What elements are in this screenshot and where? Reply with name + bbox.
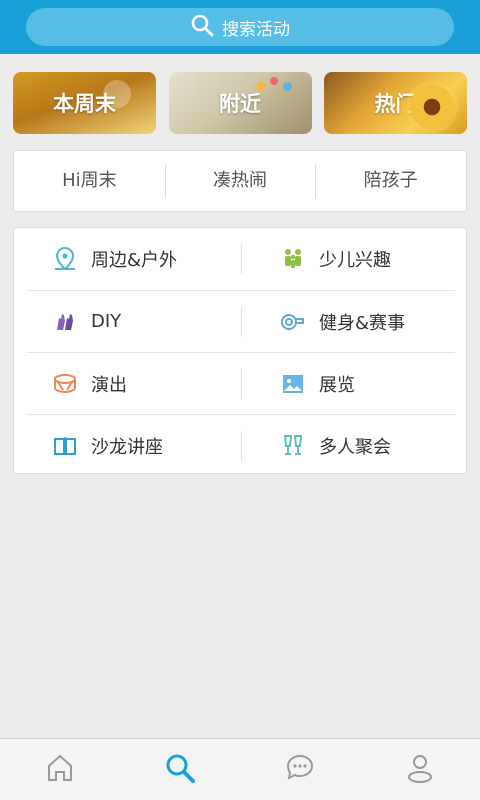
toast-glasses-icon — [279, 432, 307, 460]
category-group-party[interactable]: 多人聚会 — [241, 430, 455, 461]
search-placeholder: 搜索活动 — [222, 19, 290, 40]
banner-label: 附近 — [219, 92, 261, 116]
category-exhibition[interactable]: 展览 — [241, 368, 455, 399]
home-icon — [43, 751, 77, 789]
drum-icon — [51, 370, 79, 398]
tab-hi-weekend[interactable]: Hi周末 — [14, 164, 165, 198]
banner-this-weekend[interactable]: 本周末 — [13, 72, 156, 134]
tab-with-kids[interactable]: 陪孩子 — [315, 164, 466, 198]
category-performance[interactable]: 演出 — [27, 369, 241, 399]
category-diy[interactable]: DIY — [27, 307, 241, 337]
activity-tabs: Hi周末 凑热闹 陪孩子 — [13, 150, 467, 212]
category-grid: 周边&户外 少儿兴趣 DIY 健身&赛事 演出 展览 沙龙讲座 多人聚会 — [13, 227, 467, 474]
tab-join-fun[interactable]: 凑热闹 — [164, 164, 316, 198]
nav-home[interactable] — [0, 751, 120, 789]
category-row: 周边&户外 少儿兴趣 — [27, 228, 455, 290]
category-salon-lecture[interactable]: 沙龙讲座 — [27, 431, 241, 461]
top-bar: 搜索活动 — [0, 0, 480, 54]
category-fitness-events[interactable]: 健身&赛事 — [241, 306, 455, 337]
category-row: 演出 展览 — [27, 352, 455, 414]
gloves-icon — [51, 308, 79, 336]
banner-row: 本周末 附近 热门 — [13, 72, 467, 134]
bottom-nav — [0, 738, 480, 800]
nav-messages[interactable] — [240, 751, 360, 789]
search-icon — [190, 13, 222, 42]
category-row: DIY 健身&赛事 — [27, 290, 455, 352]
book-icon — [51, 432, 79, 460]
search-icon — [163, 751, 197, 789]
category-outdoor[interactable]: 周边&户外 — [27, 244, 241, 274]
location-pin-icon — [51, 245, 79, 273]
chat-icon — [283, 751, 317, 789]
whistle-icon — [279, 308, 307, 336]
category-row: 沙龙讲座 多人聚会 — [27, 414, 455, 476]
picture-icon — [279, 370, 307, 398]
banner-nearby[interactable]: 附近 — [168, 72, 312, 134]
children-icon — [279, 245, 307, 273]
category-kids-interest[interactable]: 少儿兴趣 — [241, 244, 455, 274]
nav-profile[interactable] — [360, 751, 480, 789]
user-icon — [403, 751, 437, 789]
banner-hot[interactable]: 热门 — [324, 72, 467, 134]
search-bar[interactable]: 搜索活动 — [26, 8, 454, 46]
nav-search[interactable] — [120, 751, 240, 789]
